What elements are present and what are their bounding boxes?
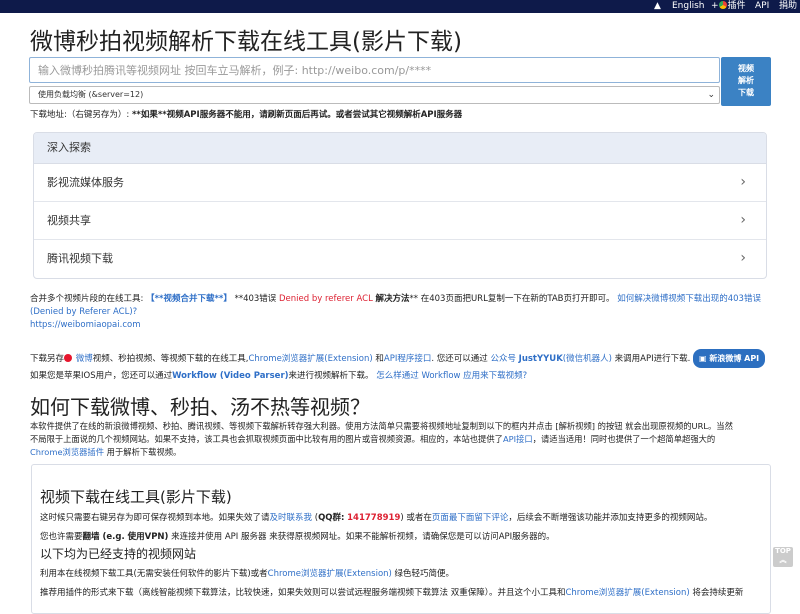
weibo-api-label: 新浪微博 API — [709, 354, 760, 363]
explore-item-label: 影视流媒体服务 — [47, 176, 124, 189]
download-address-note: **如果**视频API服务器不能用，请刷新页面后再试。或者尝试其它视频解析API… — [131, 110, 463, 120]
vpn-note: 翻墙 (e.g. 使用VPN) — [82, 532, 169, 542]
solution-text: ** 在403页面把URL复制一下在新的TAB页打开即可。 — [409, 294, 615, 304]
fix-403-link[interactable]: 如何解决微博视频下载出现的403错误 — [617, 294, 761, 304]
intro-text: 和 — [375, 354, 384, 364]
wechat-account-link[interactable]: 公众号 — [490, 354, 516, 364]
parse-video-button[interactable]: 视频 解析 下载 — [721, 57, 771, 106]
howto-text: ，请适当适用！同时也提供了一个超简单超强大的 — [532, 434, 716, 444]
parse-button-line3: 下载 — [738, 88, 754, 97]
workflow-link[interactable]: Workflow (Video Parser) — [172, 371, 288, 381]
contact-link[interactable]: 及时联系我 — [270, 513, 313, 523]
chevron-down-icon: ⌄ — [707, 90, 715, 100]
plugin-label: 插件 — [727, 1, 746, 11]
api-link[interactable]: API程序接口 — [384, 354, 431, 364]
howto-text: 不局限于上面说的几个视频网站。如果不支持，该工具也会抓取视频页面中比较有用的图片… — [30, 434, 503, 444]
card-text: 您也许需要 — [40, 532, 83, 542]
intro-text: 下载另存 — [30, 354, 65, 364]
chevron-right-icon: › — [740, 174, 746, 190]
explore-item[interactable]: 影视流媒体服务 › — [34, 164, 766, 202]
download-address-label: 下载地址:（右键另存为）: — [30, 110, 130, 120]
intro-paragraph: 下载另存 微博视频、秒拍视频、等视频下载的在线工具,Chrome浏览器扩展(Ex… — [30, 349, 770, 385]
api-link[interactable]: API — [755, 0, 769, 13]
error-prefix: **403错误 — [234, 294, 277, 304]
workflow-howto-link[interactable]: 怎么样通过 Workflow 应用来下载视频? — [376, 371, 527, 381]
explore-panel: 深入探索 影视流媒体服务 › 视频共享 › 腾讯视频下载 › — [33, 132, 767, 279]
plus-icon: + — [711, 1, 719, 11]
card-text: 推荐用插件的形式来下载（离线智能视频下载算法，比较快速，如果失效则可以尝试远程服… — [40, 588, 566, 598]
howto-text: 用于解析下载视频。 — [106, 447, 182, 457]
chrome-extension-link[interactable]: Chrome浏览器扩展(Extension) — [565, 588, 689, 598]
top-bar: ▲ English + 插件 API 捐助 — [0, 0, 800, 13]
error-referer: Denied by referer ACL — [279, 294, 373, 304]
chevron-right-icon: › — [740, 250, 746, 266]
english-link[interactable]: English — [672, 0, 705, 13]
howto-heading: 如何下载微博、秒拍、汤不热等视频？ — [30, 395, 370, 419]
merge-tool-link[interactable]: 【**视频合并下载**】 — [146, 294, 232, 304]
back-to-top-button[interactable]: TOP ︽ — [773, 547, 793, 567]
ios-text: 如果您是苹果IOS用户，您还可以通过 — [30, 371, 173, 381]
weibo-icon — [64, 354, 73, 362]
card-text: 绿色轻巧简便。 — [394, 569, 455, 579]
comment-link[interactable]: 页面最下面留下评论 — [432, 513, 509, 523]
double-up-arrow-icon: ︽ — [779, 556, 787, 564]
chrome-icon — [718, 1, 727, 9]
donate-link[interactable]: 捐助 — [779, 0, 797, 13]
search-input[interactable]: 输入微博秒拍腾讯等视频网址 按回车立马解析，例子: http://weibo.c… — [29, 57, 720, 83]
parse-button-line1: 视频 — [738, 64, 754, 73]
chrome-extension-link[interactable]: Chrome浏览器扩展(Extension) — [268, 569, 392, 579]
card-text: 将会持续更新 — [692, 588, 744, 598]
card-text: ) 或者在 — [400, 513, 432, 523]
card-title: 视频下载在线工具(影片下载) — [40, 488, 232, 506]
qq-number: 141778919 — [347, 513, 401, 523]
intro-text: 视频、秒拍视频、等视频下载的在线工具, — [92, 354, 249, 364]
tool-card: 视频下载在线工具(影片下载) 这时候只需要右键另存为即可保存视频到本地。如果失效… — [31, 464, 771, 614]
up-arrow-icon[interactable]: ▲ — [654, 0, 661, 13]
solution-label: 解决方法 — [375, 294, 410, 304]
card-text: 来连接并使用 API 服务器 来获得原视频网址。如果不能解析视频，请确保您是可以… — [171, 532, 555, 542]
parse-button-line2: 解析 — [738, 76, 754, 85]
intro-text: . 您还可以通过 — [431, 354, 488, 364]
server-select-value: 使用负载均衡 (&server=12) — [38, 90, 144, 99]
api-interface-link[interactable]: API接口 — [503, 434, 533, 444]
howto-text: 本软件提供了在线的新浪微博视频、秒拍、腾讯视频、等视频下载解析转存强大利器。使用… — [30, 421, 733, 431]
weibo-link[interactable]: 微博 — [76, 354, 93, 364]
page-title: 微博秒拍视频解析下载在线工具(影片下载) — [30, 29, 462, 55]
card-paragraph: 您也许需要翻墙 (e.g. 使用VPN) 来连接并使用 API 服务器 来获得原… — [40, 530, 555, 542]
chrome-extension-link[interactable]: Chrome浏览器扩展(Extension) — [248, 354, 372, 364]
server-select[interactable]: 使用负载均衡 (&server=12) ⌄ — [29, 86, 720, 104]
explore-item-label: 视频共享 — [47, 214, 91, 227]
download-address: 下载地址:（右键另存为）: **如果**视频API服务器不能用，请刷新页面后再试… — [30, 108, 462, 120]
card-paragraph: 推荐用插件的形式来下载（离线智能视频下载算法，比较快速，如果失效则可以尝试远程服… — [40, 586, 743, 598]
wechat-bot-suffix[interactable]: (微信机器人) — [563, 354, 612, 364]
card-text: 利用本在线视频下载工具(无需安装任何软件的影片下载)或者 — [40, 569, 268, 579]
card-paragraph: 利用本在线视频下载工具(无需安装任何软件的影片下载)或者Chrome浏览器扩展(… — [40, 567, 454, 579]
explore-item-label: 腾讯视频下载 — [47, 252, 113, 265]
ios-text: 来进行视频解析下载。 — [288, 371, 374, 381]
weibo-api-button[interactable]: ▣ 新浪微博 API — [693, 349, 766, 368]
fix-403-link-b[interactable]: (Denied by Referer ACL)? — [30, 307, 137, 317]
card-paragraph: 这时候只需要右键另存为即可保存视频到本地。如果失效了请及时联系我 (QQ群: 1… — [40, 511, 712, 523]
site-url-link[interactable]: https://weibomiaopai.com — [30, 320, 140, 330]
intro-text: 来调用API进行下载. — [614, 354, 691, 364]
card-text: ，后续会不断增强该功能并添加支持更多的视频网站。 — [508, 513, 713, 523]
merge-paragraph: 合并多个视频片段的在线工具: 【**视频合并下载**】 **403错误 Deni… — [30, 293, 770, 332]
explore-item[interactable]: 视频共享 › — [34, 202, 766, 240]
supported-sites-heading: 以下均为已经支持的视频网站 — [40, 547, 197, 561]
explore-heading: 深入探索 — [34, 133, 766, 164]
qq-label: QQ群: — [318, 513, 345, 523]
merge-prefix: 合并多个视频片段的在线工具: — [30, 294, 144, 304]
chevron-right-icon: › — [740, 212, 746, 228]
explore-item[interactable]: 腾讯视频下载 › — [34, 240, 766, 277]
top-label: TOP — [775, 547, 791, 555]
card-text: 这时候只需要右键另存为即可保存视频到本地。如果失效了请 — [40, 513, 270, 523]
chrome-plugin-link[interactable]: Chrome浏览器插件 — [30, 447, 104, 457]
plugin-link[interactable]: + 插件 — [711, 0, 746, 13]
wechat-bot-link[interactable]: JustYYUK — [519, 354, 563, 364]
howto-paragraph: 本软件提供了在线的新浪微博视频、秒拍、腾讯视频、等视频下载解析转存强大利器。使用… — [30, 420, 770, 459]
